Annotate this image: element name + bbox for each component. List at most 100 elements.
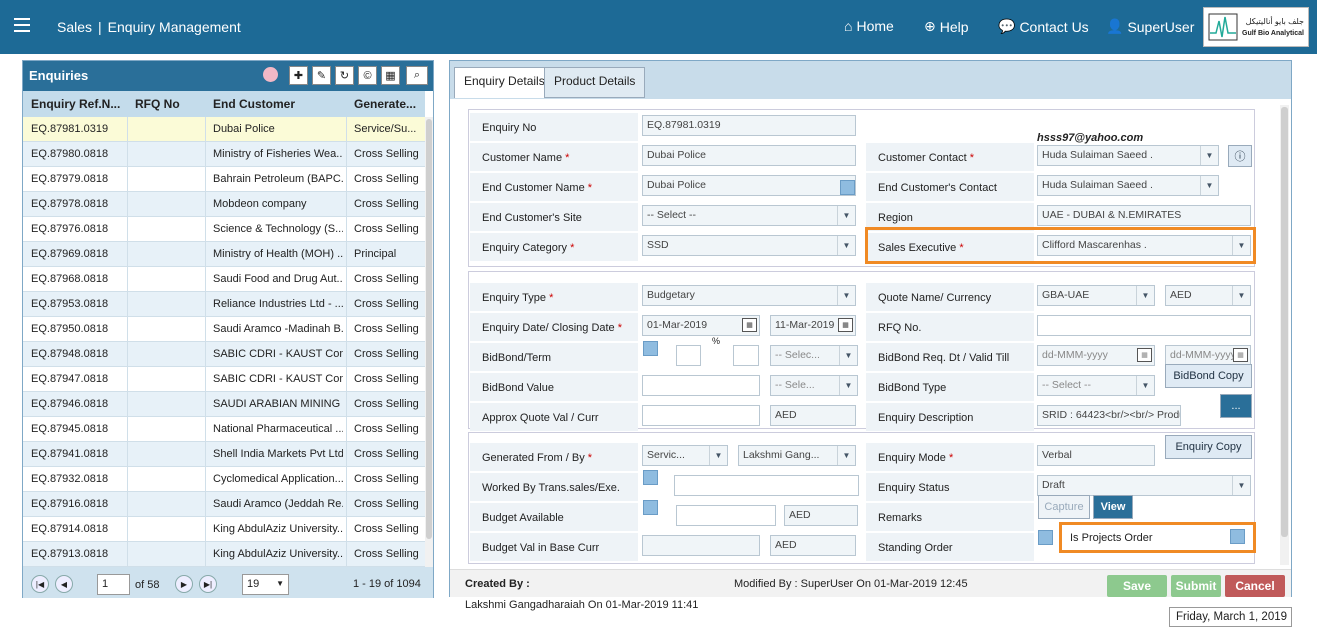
cancel-button[interactable]: Cancel	[1225, 575, 1285, 597]
chevron-down-icon[interactable]: ▼	[1232, 286, 1250, 305]
budget-currency-field[interactable]: AED	[784, 505, 858, 526]
closing-date-field[interactable]: 11-Mar-2019 ▦	[770, 315, 856, 336]
table-row[interactable]: EQ.87950.0818 Saudi Aramco -Madinah B... C…	[23, 317, 425, 342]
calendar-icon[interactable]: ▦	[1233, 348, 1248, 362]
table-row[interactable]: EQ.87947.0818 SABIC CDRI - KAUST Com... Cr…	[23, 367, 425, 392]
calendar-icon[interactable]: ▦	[1137, 348, 1152, 362]
worked-by-input[interactable]	[674, 475, 859, 496]
form-scrollbar[interactable]	[1280, 105, 1289, 565]
currency-select[interactable]: AED ▼	[1165, 285, 1251, 306]
table-row[interactable]: EQ.87913.0818 King AbdulAziz University..…	[23, 542, 425, 567]
calendar-icon[interactable]: ▦	[742, 318, 757, 332]
tab-enquiry-details[interactable]: Enquiry Details	[454, 67, 555, 98]
enquiry-date-field[interactable]: 01-Mar-2019 ▦	[642, 315, 760, 336]
enquiry-copy-button[interactable]: Enquiry Copy	[1165, 435, 1252, 459]
budget-available-input[interactable]	[676, 505, 776, 526]
col-generated[interactable]: Generate...	[354, 97, 420, 111]
table-row[interactable]: EQ.87914.0818 King AbdulAziz University..…	[23, 517, 425, 542]
rfq-input[interactable]	[1037, 315, 1251, 336]
nav-contact[interactable]: 💬 Contact Us	[998, 18, 1089, 35]
calendar-icon[interactable]: ▦	[838, 318, 853, 332]
enquiry-mode-field[interactable]: Verbal	[1037, 445, 1155, 466]
customer-name-field[interactable]: Dubai Police	[642, 145, 856, 166]
quote-name-select[interactable]: GBA-UAE ▼	[1037, 285, 1155, 306]
end-customer-name-field[interactable]: Dubai Police	[642, 175, 856, 196]
col-enquiry-ref[interactable]: Enquiry Ref.N...	[31, 97, 125, 111]
table-row[interactable]: EQ.87976.0818 Science & Technology (S... C…	[23, 217, 425, 242]
chevron-down-icon[interactable]: ▼	[837, 206, 855, 225]
table-row[interactable]: EQ.87968.0818 Saudi Food and Drug Aut... C…	[23, 267, 425, 292]
chevron-down-icon[interactable]: ▼	[837, 236, 855, 255]
add-icon[interactable]: ✚	[289, 66, 308, 85]
approx-quote-input[interactable]	[642, 405, 760, 426]
prev-page-icon[interactable]: ◀	[55, 575, 73, 593]
nav-home[interactable]: ⌂ Home	[844, 18, 894, 34]
page-input[interactable]: 1	[97, 574, 130, 595]
region-field[interactable]: UAE - DUBAI & N.EMIRATES	[1037, 205, 1251, 226]
table-row[interactable]: EQ.87979.0818 Bahrain Petroleum (BAPC... C…	[23, 167, 425, 192]
search-icon[interactable]: ⌕	[406, 66, 428, 85]
table-row[interactable]: EQ.87981.0319 Dubai Police Service/Su...	[23, 117, 425, 142]
grid-scrollbar[interactable]	[425, 117, 433, 567]
chevron-down-icon[interactable]: ▼	[837, 286, 855, 305]
end-customer-contact-select[interactable]: Huda Sulaiman Saeed . ▼	[1037, 175, 1219, 196]
next-page-icon[interactable]: ▶	[175, 575, 193, 593]
generated-from-select[interactable]: Servic... ▼	[642, 445, 728, 466]
chevron-down-icon[interactable]: ▼	[1200, 176, 1218, 195]
table-row[interactable]: EQ.87941.0818 Shell India Markets Pvt Ltd…	[23, 442, 425, 467]
budget-available-checkbox[interactable]	[643, 500, 658, 515]
projects-order-checkbox[interactable]	[1230, 529, 1245, 544]
customer-contact-select[interactable]: Huda Sulaiman Saeed . ▼	[1037, 145, 1219, 166]
save-button[interactable]: Save	[1107, 575, 1167, 597]
budget-base-currency-field[interactable]: AED	[770, 535, 856, 556]
col-rfq[interactable]: RFQ No	[135, 97, 201, 111]
chevron-down-icon[interactable]: ▼	[1200, 146, 1218, 165]
refresh-icon[interactable]: ↻	[335, 66, 354, 85]
page-size-select[interactable]: 19 ▼	[242, 574, 289, 595]
bidbond-checkbox[interactable]	[643, 341, 658, 356]
table-row[interactable]: EQ.87948.0818 SABIC CDRI - KAUST Com... Cr…	[23, 342, 425, 367]
budget-base-input[interactable]	[642, 535, 760, 556]
description-more-button[interactable]: ...	[1220, 394, 1252, 418]
standing-order-checkbox[interactable]	[1038, 530, 1053, 545]
chevron-down-icon[interactable]: ▼	[837, 446, 855, 465]
chevron-down-icon[interactable]: ▼	[709, 446, 727, 465]
capture-button[interactable]: Capture	[1038, 495, 1090, 519]
table-row[interactable]: EQ.87969.0818 Ministry of Health (MOH) ..…	[23, 242, 425, 267]
bidbond-value-input[interactable]	[642, 375, 760, 396]
info-icon[interactable]: ⓘ	[1228, 145, 1252, 167]
bidbond-currency-select[interactable]: -- Sele... ▼	[770, 375, 858, 396]
edit-icon[interactable]: ✎	[312, 66, 331, 85]
table-row[interactable]: EQ.87980.0818 Ministry of Fisheries Wea..…	[23, 142, 425, 167]
last-page-icon[interactable]: ▶|	[199, 575, 217, 593]
excel-icon[interactable]: ▦	[381, 66, 400, 85]
approx-currency-field[interactable]: AED	[770, 405, 856, 426]
table-row[interactable]: EQ.87946.0818 SAUDI ARABIAN MINING C... Cr…	[23, 392, 425, 417]
table-row[interactable]: EQ.87932.0818 Cyclomedical Application...…	[23, 467, 425, 492]
tab-product-details[interactable]: Product Details	[544, 67, 646, 98]
bidbond-copy-button[interactable]: BidBond Copy	[1165, 364, 1252, 388]
menu-icon[interactable]	[14, 18, 30, 32]
bidbond-req-date[interactable]: dd-MMM-yyyy ▦	[1037, 345, 1155, 366]
table-row[interactable]: EQ.87953.0818 Reliance Industries Ltd - .…	[23, 292, 425, 317]
table-row[interactable]: EQ.87978.0818 Mobdeon company Cross Sellin…	[23, 192, 425, 217]
end-customer-checkbox[interactable]	[840, 180, 855, 195]
submit-button[interactable]: Submit	[1171, 575, 1221, 597]
end-customer-site-select[interactable]: -- Select -- ▼	[642, 205, 856, 226]
enquiry-category-select[interactable]: SSD ▼	[642, 235, 856, 256]
chevron-down-icon[interactable]: ▼	[839, 346, 857, 365]
view-button[interactable]: View	[1093, 495, 1133, 519]
col-end-customer[interactable]: End Customer	[213, 97, 343, 111]
table-row[interactable]: EQ.87945.0818 National Pharmaceutical ...…	[23, 417, 425, 442]
chevron-down-icon[interactable]: ▼	[839, 376, 857, 395]
table-row[interactable]: EQ.87916.0818 Saudi Aramco (Jeddah Re... C…	[23, 492, 425, 517]
chevron-down-icon[interactable]: ▼	[1136, 286, 1154, 305]
enquiry-type-select[interactable]: Budgetary ▼	[642, 285, 856, 306]
nav-help[interactable]: ⊕ Help	[924, 18, 969, 35]
chevron-down-icon[interactable]: ▼	[1136, 376, 1154, 395]
enquiry-status-select[interactable]: Draft ▼	[1037, 475, 1251, 496]
chevron-down-icon[interactable]: ▼	[1232, 476, 1250, 495]
bidbond-term-input[interactable]	[733, 345, 759, 366]
first-page-icon[interactable]: |◀	[31, 575, 49, 593]
worked-by-checkbox[interactable]	[643, 470, 658, 485]
